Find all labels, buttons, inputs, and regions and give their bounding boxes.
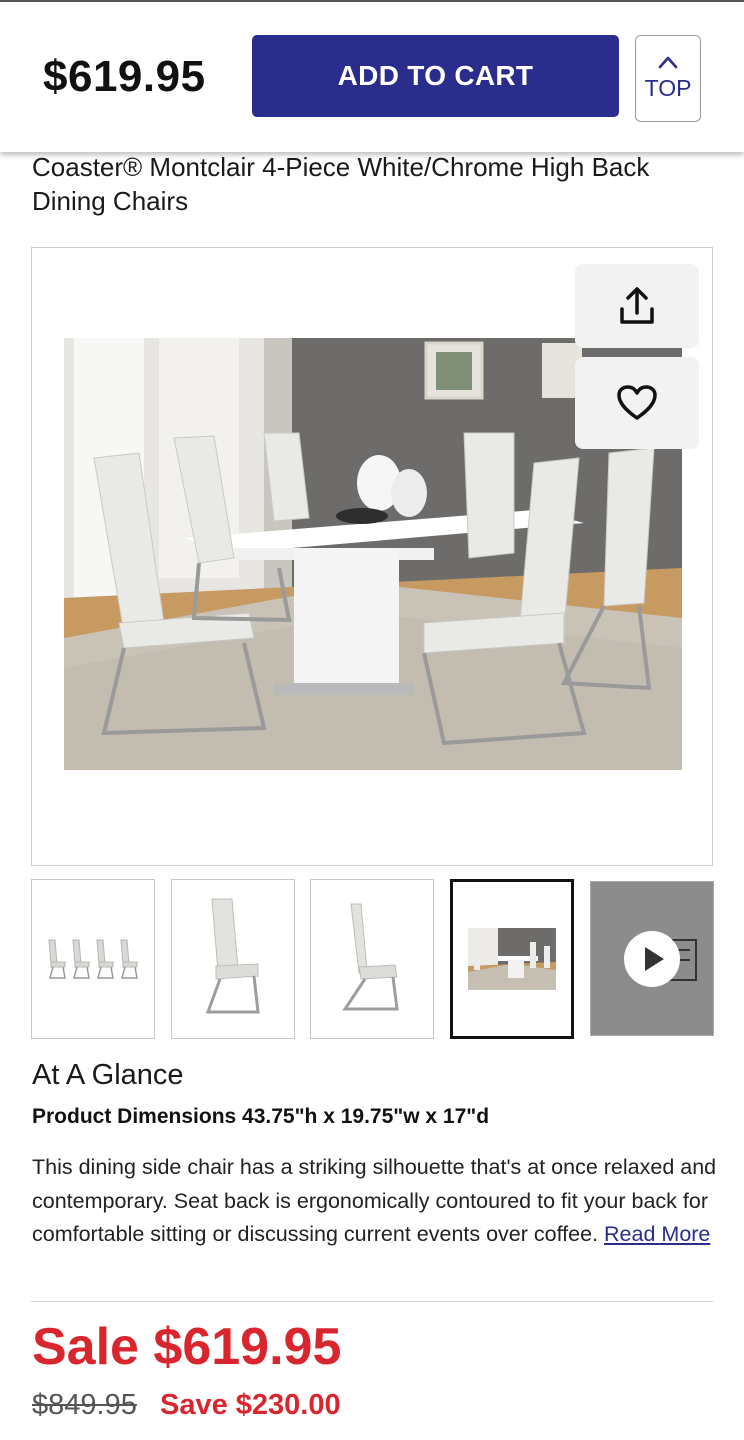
add-to-cart-button[interactable]: ADD TO CART: [252, 35, 619, 117]
room-scene-image: [468, 928, 556, 990]
original-price: $849.95: [32, 1389, 137, 1421]
read-more-link[interactable]: Read More: [604, 1222, 710, 1246]
thumbnail-chair-front[interactable]: [171, 879, 295, 1039]
chevron-up-icon: [658, 56, 678, 69]
product-dimensions: Product Dimensions 43.75"h x 19.75"w x 1…: [32, 1105, 490, 1128]
four-chairs-image: [48, 939, 138, 979]
play-icon: [624, 930, 697, 987]
product-title: Coaster® Montclair 4-Piece White/Chrome …: [32, 152, 650, 216]
chair-side-image: [342, 903, 399, 1011]
thumbnail-four-chairs[interactable]: [31, 879, 155, 1039]
chair-front-image: [205, 898, 260, 1014]
thumbnail-strip: [31, 879, 715, 1039]
sale-price: Sale $619.95: [32, 1318, 342, 1376]
thumbnail-room-scene[interactable]: [450, 879, 574, 1039]
divider: [31, 1301, 713, 1302]
heart-icon: [617, 385, 657, 420]
at-a-glance-heading: At A Glance: [32, 1059, 184, 1091]
savings-amount: Save $230.00: [160, 1389, 341, 1421]
main-product-image[interactable]: [31, 247, 713, 866]
top-label: TOP: [644, 75, 692, 101]
thumbnail-video[interactable]: [590, 881, 714, 1036]
back-to-top-button[interactable]: TOP: [635, 35, 701, 122]
sticky-purchase-bar: $619.95 ADD TO CART TOP: [0, 0, 744, 152]
sticky-price: $619.95: [43, 52, 206, 101]
product-description: This dining side chair has a striking si…: [32, 1151, 722, 1252]
thumbnail-chair-side[interactable]: [310, 879, 434, 1039]
share-button[interactable]: [575, 264, 699, 348]
favorite-button[interactable]: [575, 357, 699, 449]
share-icon: [620, 287, 654, 324]
